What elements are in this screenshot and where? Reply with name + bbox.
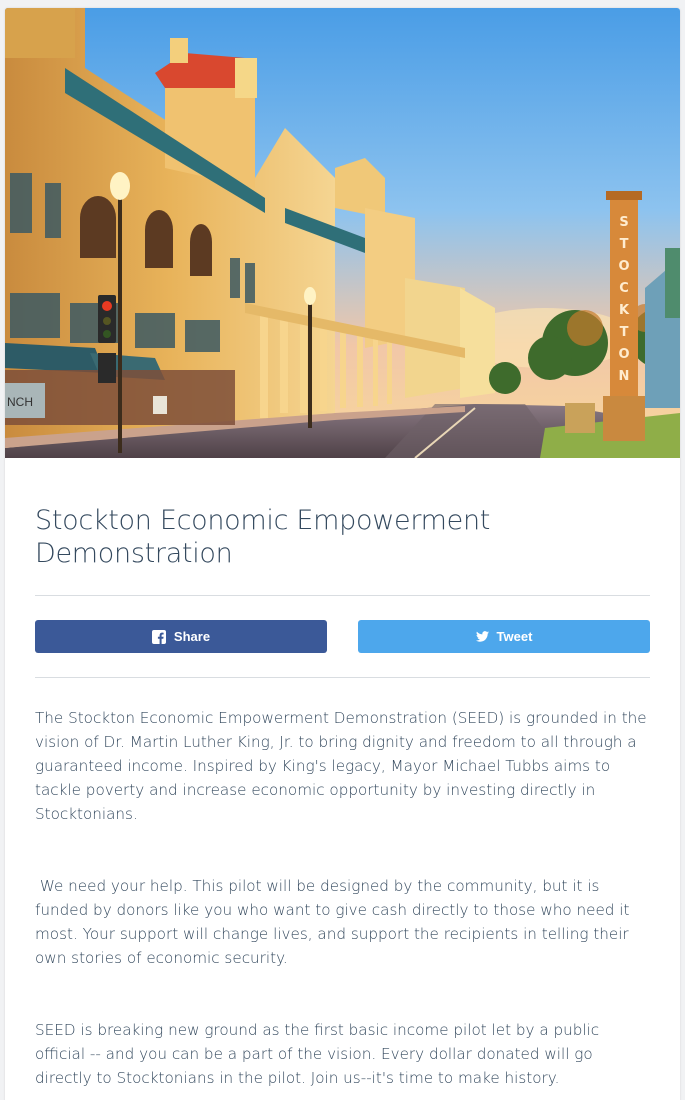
svg-text:O: O: [618, 259, 629, 274]
campaign-content: Stockton Economic Empowerment Demonstrat…: [35, 458, 650, 1090]
hero-image: NCH S T O C K T O N: [5, 8, 680, 458]
svg-text:O: O: [618, 347, 629, 362]
campaign-card: NCH S T O C K T O N Stockton Economic Em…: [5, 8, 680, 1100]
twitter-icon: [475, 631, 489, 642]
facebook-icon: [151, 629, 166, 644]
svg-text:T: T: [620, 237, 629, 252]
svg-text:NCH: NCH: [7, 395, 33, 409]
twitter-tweet-button[interactable]: Tweet: [358, 620, 650, 653]
share-buttons: Share Tweet: [35, 620, 650, 653]
facebook-share-label: Share: [173, 629, 211, 644]
svg-text:C: C: [619, 281, 629, 296]
description-paragraph: The Stockton Economic Empowerment Demons…: [35, 709, 652, 823]
page-title: Stockton Economic Empowerment Demonstrat…: [35, 505, 491, 569]
svg-text:K: K: [619, 303, 630, 318]
divider: [35, 595, 650, 596]
facebook-share-button[interactable]: Share: [35, 620, 327, 653]
svg-text:N: N: [619, 369, 630, 384]
description-paragraph: We need your help. This pilot will be de…: [35, 877, 635, 967]
description-paragraph: SEED is breaking new ground as the first…: [35, 1021, 604, 1087]
svg-text:T: T: [620, 325, 629, 340]
twitter-tweet-label: Tweet: [496, 629, 533, 644]
svg-text:S: S: [619, 215, 628, 230]
divider: [35, 677, 650, 678]
